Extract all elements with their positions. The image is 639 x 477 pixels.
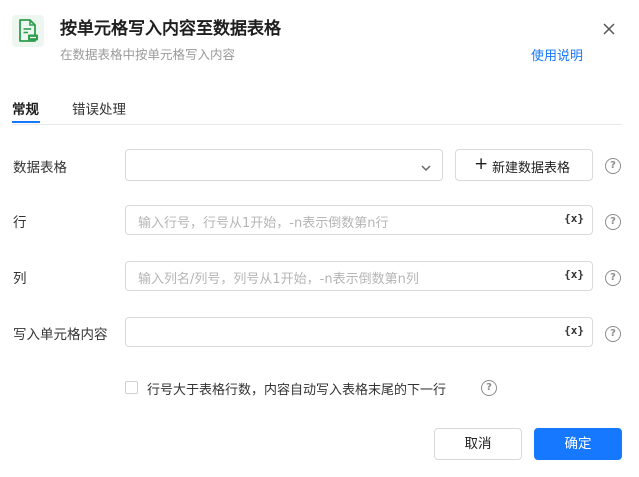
close-icon[interactable] <box>598 18 620 40</box>
row-label: 行 <box>13 215 27 231</box>
spreadsheet-write-icon <box>12 15 44 47</box>
auto-append-label: 行号大于表格行数，内容自动写入表格末尾的下一行 <box>147 383 447 398</box>
table-select[interactable] <box>125 149 443 181</box>
table-label: 数据表格 <box>13 160 67 176</box>
variable-icon[interactable]: {x} <box>564 268 584 281</box>
variable-icon[interactable]: {x} <box>564 324 584 337</box>
ok-button[interactable]: 确定 <box>534 428 622 460</box>
column-input[interactable]: 输入列名/列号，列号从1开始，-n表示倒数第n列 {x} <box>125 261 593 291</box>
plus-icon: + <box>474 154 489 174</box>
help-icon[interactable]: ? <box>605 214 621 230</box>
auto-append-checkbox[interactable] <box>125 381 138 394</box>
row-placeholder: 输入行号，行号从1开始，-n表示倒数第n行 <box>138 216 389 231</box>
help-icon[interactable]: ? <box>605 270 621 286</box>
new-table-button-label: 新建数据表格 <box>492 161 571 176</box>
chevron-down-icon[interactable] <box>420 159 432 178</box>
help-icon[interactable]: ? <box>481 380 497 396</box>
dialog-subtitle: 在数据表格中按单元格写入内容 <box>60 47 236 62</box>
column-placeholder: 输入列名/列号，列号从1开始，-n表示倒数第n列 <box>138 272 419 287</box>
tab-error-handling[interactable]: 错误处理 <box>72 98 126 118</box>
help-icon[interactable]: ? <box>605 158 621 174</box>
help-icon[interactable]: ? <box>605 326 621 342</box>
help-link[interactable]: 使用说明 <box>531 45 583 64</box>
tab-general[interactable]: 常规 <box>12 98 39 118</box>
active-tab-indicator <box>12 121 40 123</box>
column-label: 列 <box>13 271 27 287</box>
variable-icon[interactable]: {x} <box>564 212 584 225</box>
cancel-button[interactable]: 取消 <box>434 428 522 460</box>
content-label: 写入单元格内容 <box>13 327 108 343</box>
row-input[interactable]: 输入行号，行号从1开始，-n表示倒数第n行 {x} <box>125 205 593 235</box>
content-input[interactable]: {x} <box>125 317 593 347</box>
new-table-button[interactable]: + 新建数据表格 <box>455 149 593 181</box>
dialog: 按单元格写入内容至数据表格 在数据表格中按单元格写入内容 使用说明 常规 错误处… <box>0 0 639 477</box>
dialog-title: 按单元格写入内容至数据表格 <box>60 19 281 39</box>
tab-bar: 常规 错误处理 <box>12 96 622 125</box>
